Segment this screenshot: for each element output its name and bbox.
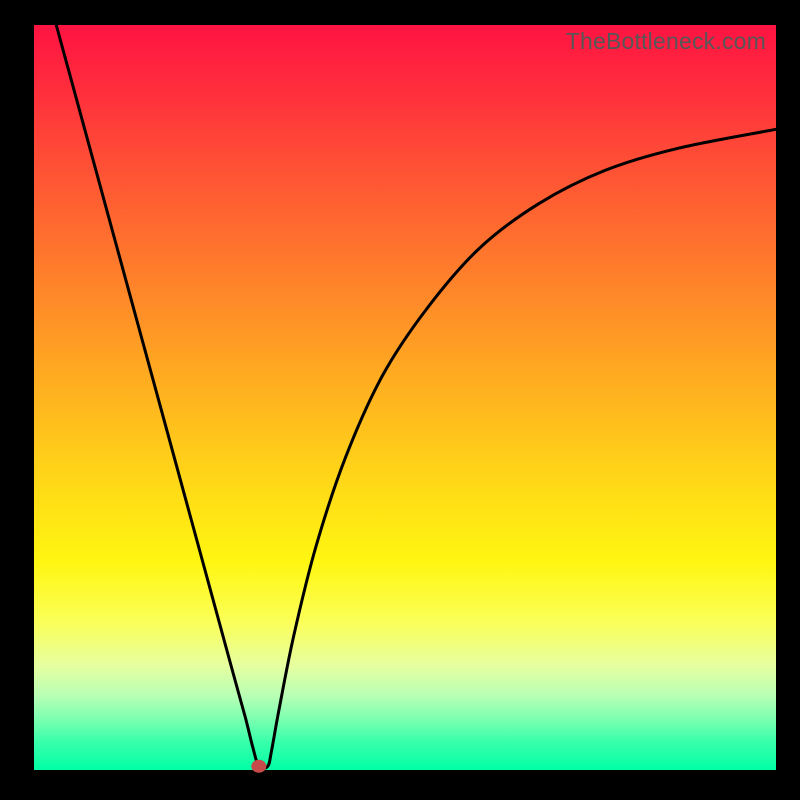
chart-svg bbox=[34, 25, 776, 770]
bottleneck-curve bbox=[56, 25, 776, 768]
plot-area: TheBottleneck.com bbox=[34, 25, 776, 770]
chart-frame: TheBottleneck.com bbox=[0, 0, 800, 800]
minimum-marker bbox=[252, 760, 266, 772]
